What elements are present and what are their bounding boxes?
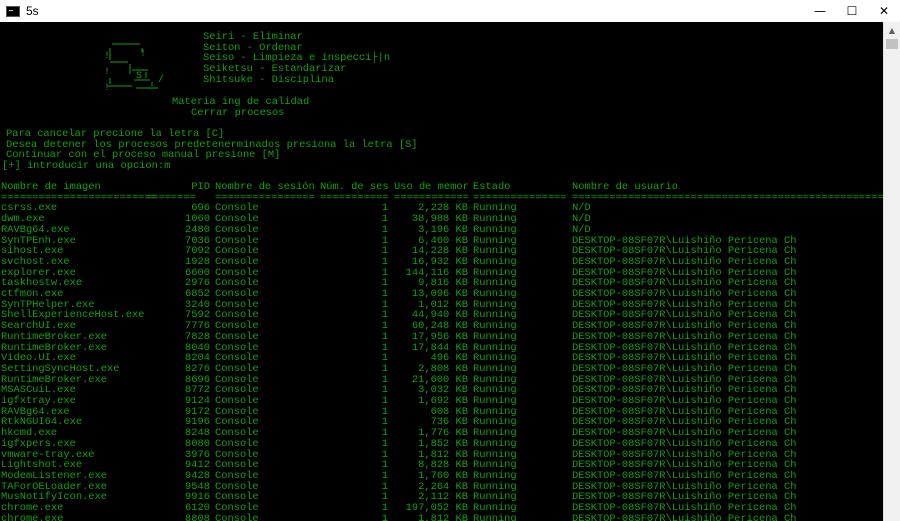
table-separator-pid: ======== [146,191,196,204]
table-separator-num: =========== [320,191,389,204]
table-cell-image: SettingSyncHost.exe [1,362,120,375]
table-cell-image: svchost.exe [1,255,70,268]
maximize-button[interactable]: ☐ [836,0,868,22]
table-cell-num: 1 [381,330,388,343]
table-cell-state: Running [473,437,517,450]
table-cell-num: 1 [381,469,388,482]
table-cell-num: 1 [381,362,388,375]
table-cell-user: DESKTOP-08SF07R\Luishiño Pericena Ch [572,469,797,482]
table-cell-num: 1 [381,437,388,450]
title-bar[interactable]: 5s — ☐ ✕ [0,0,900,22]
table-cell-image: ModemListener.exe [1,469,108,482]
table-cell-session: Console [215,255,259,268]
svg-text:/: / [158,74,164,86]
table-cell-session: Console [215,223,259,236]
table-cell-pid: 2480 [185,223,210,236]
table-cell-session: Console [215,512,259,521]
table-cell-image: RAVBg64.exe [1,223,70,236]
table-cell-user: DESKTOP-08SF07R\Luishiño Pericena Ch [572,255,797,268]
table-cell-state: Running [473,362,517,375]
console-window: 5s — ☐ ✕ ! ! ! ! S / Seiri - Eliminar Se… [0,0,900,521]
svg-text:!: ! [140,49,146,60]
table-cell-pid: 8808 [185,512,210,521]
table-cell-pid: 1928 [185,255,210,268]
svg-text:!: ! [104,83,110,94]
table-cell-pid: 7828 [185,330,210,343]
table-cell-user: N/D [572,223,591,236]
table-cell-state: Running [473,512,517,521]
table-cell-user: DESKTOP-08SF07R\Luishiño Pericena Ch [572,437,797,450]
5s-ascii-logo: ! ! ! ! S / [104,43,164,94]
table-cell-session: Console [215,330,259,343]
svg-text:!: ! [104,51,110,62]
subtitle-cerrar: Cerrar procesos [191,107,285,119]
table-cell-image: chrome.exe [1,512,64,521]
vertical-scrollbar[interactable]: ▲ [883,22,900,521]
table-cell-user: DESKTOP-08SF07R\Luishiño Pericena Ch [572,362,797,375]
table-cell-session: Console [215,469,259,482]
window-controls: — ☐ ✕ [804,0,900,22]
table-cell-image: RuntimeBroker.exe [1,330,108,343]
table-cell-state: Running [473,255,517,268]
table-cell-pid: 9428 [185,469,210,482]
scroll-thumb[interactable] [886,39,898,49]
window-title: 5s [26,4,39,18]
table-cell-num: 1 [381,255,388,268]
table-cell-session: Console [215,437,259,450]
minimize-button[interactable]: — [804,0,836,22]
console-output[interactable]: ! ! ! ! S / Seiri - Eliminar Seiton - Ord… [0,22,883,521]
close-button[interactable]: ✕ [868,0,900,22]
table-cell-user: DESKTOP-08SF07R\Luishiño Pericena Ch [572,512,797,521]
table-cell-state: Running [473,469,517,482]
table-cell-mem: 17,956 KB [411,330,468,343]
table-cell-mem: 2,808 KB [418,362,468,375]
table-cell-pid: 8080 [185,437,210,450]
table-cell-image: igfxpers.exe [1,437,76,450]
table-cell-user: DESKTOP-08SF07R\Luishiño Pericena Ch [572,330,797,343]
table-cell-mem: 1,760 KB [418,469,468,482]
table-cell-num: 1 [381,223,388,236]
table-cell-mem: 1,852 KB [418,437,468,450]
console-app-icon [6,5,20,17]
table-cell-state: Running [473,223,517,236]
svg-text:!: ! [104,67,110,78]
instruction-line: [+] introducir una opcion:m [2,160,171,173]
table-cell-mem: 1,812 KB [418,512,468,521]
table-cell-num: 1 [381,512,388,521]
menu-option: Shitsuke - Disciplina [203,73,334,86]
table-cell-session: Console [215,362,259,375]
table-cell-pid: 8276 [185,362,210,375]
table-cell-mem: 3,196 KB [418,223,468,236]
table-cell-mem: 16,932 KB [411,255,468,268]
svg-text:S: S [136,71,142,82]
table-cell-state: Running [473,330,517,343]
table-separator-user: ========================================… [572,191,883,204]
scroll-up-arrow-icon[interactable]: ▲ [884,22,900,39]
